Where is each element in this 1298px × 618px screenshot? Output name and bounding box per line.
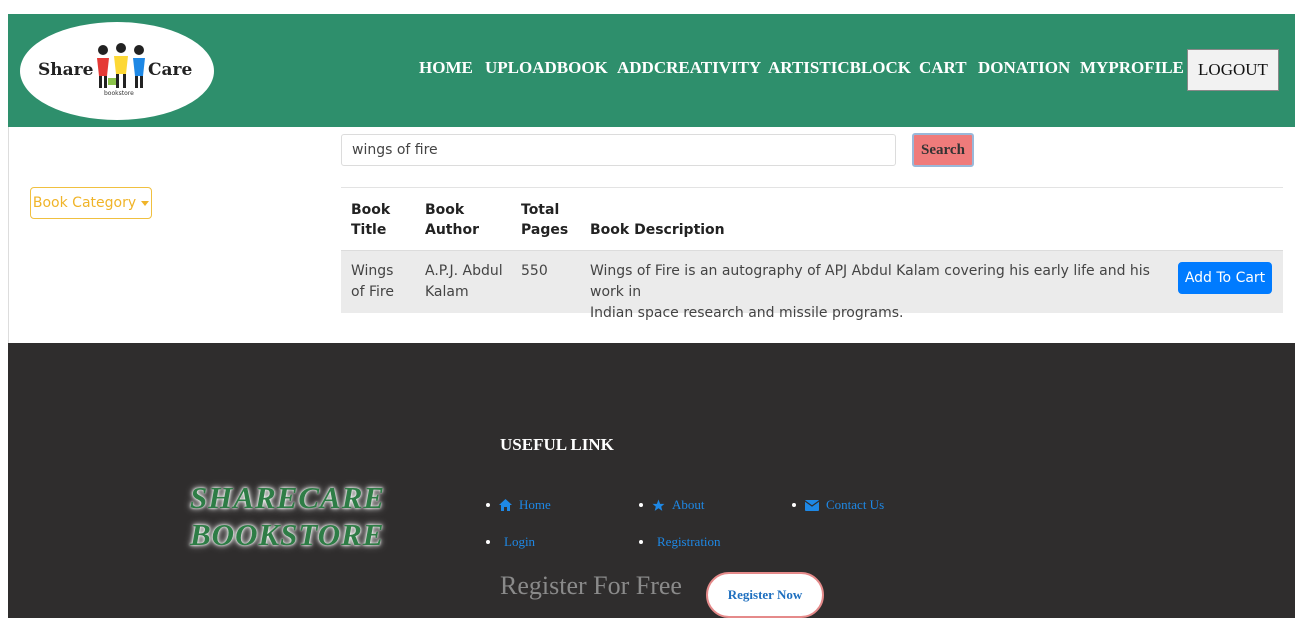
book-results-table: Book Title Book Author Total Pages Book … xyxy=(341,187,1283,321)
bullet xyxy=(486,503,490,507)
bullet xyxy=(639,503,643,507)
cell-book-author: A.P.J. Abdul Kalam xyxy=(425,263,503,300)
page-frame: Share Care bookstore HOME UPLOADBOOK ADD… xyxy=(8,14,1295,618)
search-input[interactable]: wings of fire xyxy=(341,134,896,166)
footer-link-about[interactable]: About xyxy=(639,497,705,513)
footer-link-login[interactable]: Login xyxy=(486,534,535,550)
header-book-title: Book Title xyxy=(351,202,391,238)
cell-total-pages: 550 xyxy=(521,263,548,279)
header-book-author: Book Author xyxy=(425,202,479,238)
nav-cart[interactable]: CART xyxy=(919,58,967,78)
children-figures-icon xyxy=(97,43,145,88)
top-navbar: Share Care bookstore HOME UPLOADBOOK ADD… xyxy=(8,14,1295,127)
logo-subtitle: bookstore xyxy=(104,90,134,97)
header-book-description: Book Description xyxy=(590,222,725,238)
logout-button[interactable]: LOGOUT xyxy=(1187,49,1279,91)
home-icon xyxy=(499,499,512,511)
search-button[interactable]: Search xyxy=(912,133,974,167)
footer-link-registration[interactable]: Registration xyxy=(639,534,721,550)
header-total-pages: Total Pages xyxy=(521,202,569,238)
table-header: Book Title Book Author Total Pages Book … xyxy=(341,188,1283,250)
nav-myprofile[interactable]: MYPROFILE xyxy=(1080,58,1184,78)
book-category-label: Book Category xyxy=(32,195,137,211)
nav-addcreativity[interactable]: ADDCREATIVITY xyxy=(617,58,761,78)
add-to-cart-button[interactable]: Add To Cart xyxy=(1178,262,1272,294)
bullet xyxy=(486,540,490,544)
register-for-free-text: Register For Free xyxy=(500,571,682,600)
cell-book-description: Wings of Fire is an autography of APJ Ab… xyxy=(590,263,1150,321)
footer-link-home[interactable]: Home xyxy=(486,497,551,513)
bullet xyxy=(639,540,643,544)
brand-logo[interactable]: Share Care bookstore xyxy=(20,22,214,120)
cell-book-title: Wings of Fire xyxy=(351,263,394,300)
star-icon xyxy=(652,499,665,511)
logo-word-share: Share xyxy=(38,60,94,80)
site-footer: SHARECARE BOOKSTORE USEFUL LINK Home Abo… xyxy=(8,343,1295,618)
main-content: Book Category wings of fire Search Book … xyxy=(8,127,1295,343)
register-now-button[interactable]: Register Now xyxy=(706,572,824,618)
footer-link-contact[interactable]: Contact Us xyxy=(792,497,884,513)
useful-link-heading: USEFUL LINK xyxy=(500,435,614,454)
nav-donation[interactable]: DONATION xyxy=(978,58,1070,78)
logo-word-care: Care xyxy=(148,60,193,80)
bullet xyxy=(792,503,796,507)
nav-artisticblock[interactable]: ARTISTICBLOCK xyxy=(768,58,911,78)
nav-home[interactable]: HOME xyxy=(419,58,473,78)
nav-uploadbook[interactable]: UPLOADBOOK xyxy=(485,58,608,78)
book-category-dropdown[interactable]: Book Category xyxy=(30,187,152,219)
caret-down-icon xyxy=(141,200,150,206)
table-row: Wings of Fire A.P.J. Abdul Kalam 550 Win… xyxy=(341,250,1283,321)
footer-brand: SHARECARE BOOKSTORE xyxy=(190,480,386,552)
envelope-icon xyxy=(805,499,819,511)
